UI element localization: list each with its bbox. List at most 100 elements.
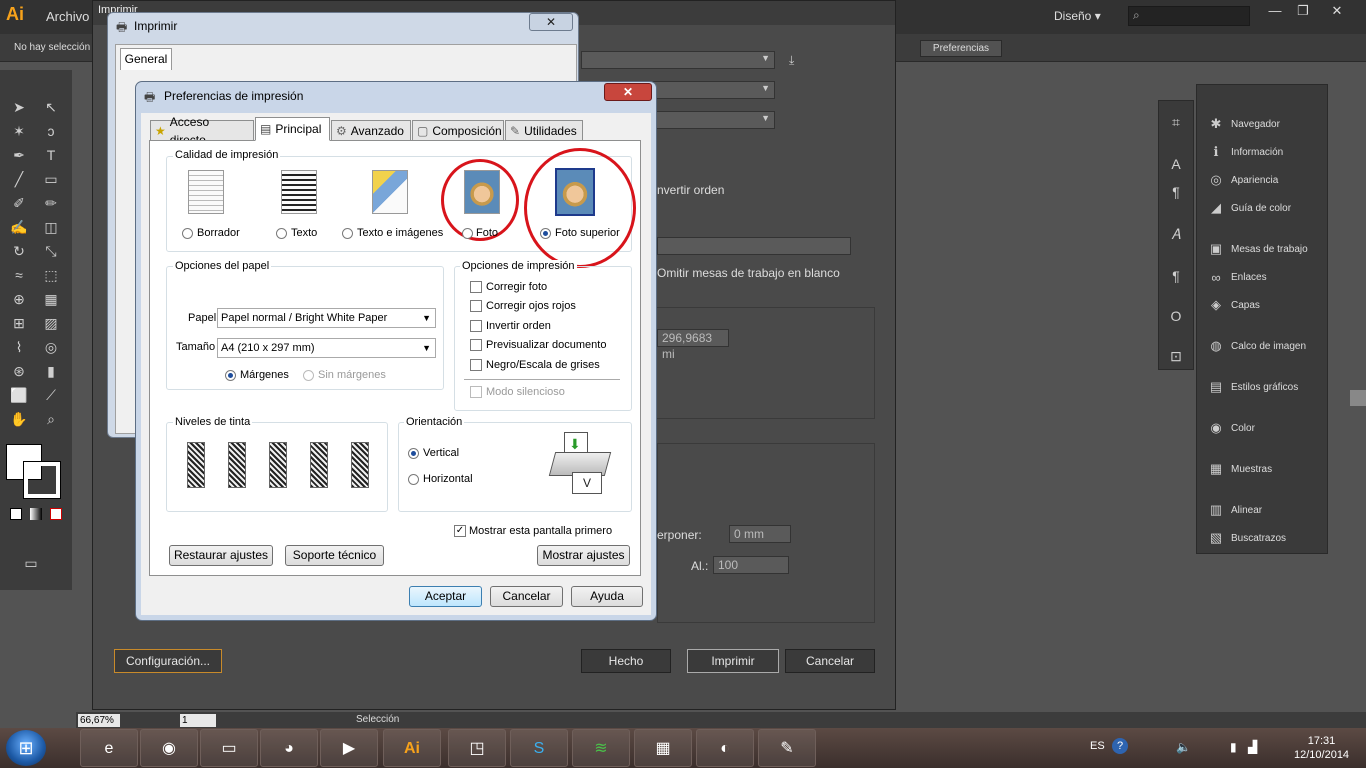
graph-tool-icon[interactable]: ▮	[40, 360, 62, 382]
paper-size-select[interactable]: A4 (210 x 297 mm) ▼	[217, 338, 436, 358]
restore-settings-button[interactable]: Restaurar ajustes	[169, 545, 273, 566]
tab-principal[interactable]: ▤ Principal	[255, 117, 330, 141]
zoom-tool-icon[interactable]: ⌕	[40, 408, 62, 430]
panel-color[interactable]: ◉ Color	[1207, 415, 1327, 441]
symbol-sprayer-icon[interactable]: ⊛	[8, 360, 30, 382]
tab-composicion[interactable]: ▢ Composición	[412, 120, 504, 140]
hand-tool-icon[interactable]: ✋	[8, 408, 30, 430]
explorer-icon[interactable]: ▭	[200, 729, 258, 767]
perspective-grid-icon[interactable]: ▦	[40, 288, 62, 310]
skype-icon[interactable]: S	[510, 729, 568, 767]
tab-acceso-directo[interactable]: ★Acceso directo	[150, 115, 254, 147]
start-button[interactable]: ⊞	[6, 730, 46, 766]
negro-grises-checkbox[interactable]	[470, 359, 482, 371]
panel-guia-color[interactable]: ◢ Guía de color	[1207, 195, 1327, 221]
search-input[interactable]: ⌕	[1128, 6, 1250, 26]
done-button[interactable]: Hecho	[581, 649, 671, 673]
artboards-icon[interactable]: ⌗	[1165, 111, 1187, 133]
stroke-swatch[interactable]	[23, 461, 61, 499]
color-mode-icon[interactable]	[10, 508, 22, 520]
help-icon[interactable]: ?	[1112, 738, 1128, 754]
quality-borrador-radio[interactable]	[182, 228, 193, 239]
gradient-tool-icon[interactable]: ▨	[40, 312, 62, 334]
tab-general[interactable]: General	[120, 48, 172, 70]
paint-icon[interactable]: ✎	[758, 729, 816, 767]
blend-tool-icon[interactable]: ◎	[40, 336, 62, 358]
control-icon[interactable]: ▦	[634, 729, 692, 767]
invertir-orden-checkbox[interactable]	[470, 320, 482, 332]
width-field[interactable]: 296,9683 mi	[657, 329, 729, 361]
close-button[interactable]: ✕	[1322, 2, 1352, 20]
tab-utilidades[interactable]: ✎ Utilidades	[505, 120, 583, 140]
brush-tool-icon[interactable]: ✐	[8, 192, 30, 214]
eraser-tool-icon[interactable]: ◫	[40, 216, 62, 238]
download-icon[interactable]: ⤓	[789, 53, 794, 68]
none-mode-icon[interactable]	[50, 508, 62, 520]
slice-tool-icon[interactable]: ⟋	[40, 384, 62, 406]
panel-alinear[interactable]: ▥ Alinear	[1207, 497, 1327, 523]
transform-icon[interactable]: ⊡	[1165, 345, 1187, 367]
horizontal-radio[interactable]	[408, 474, 419, 485]
quality-foto-radio[interactable]	[462, 228, 473, 239]
previsualizar-checkbox[interactable]	[470, 339, 482, 351]
artboard-tool-icon[interactable]: ⬜	[8, 384, 30, 406]
scrollbar-thumb[interactable]	[1350, 390, 1366, 406]
line-tool-icon[interactable]: ╱	[8, 168, 30, 190]
setup-button[interactable]: Configuración...	[114, 649, 222, 673]
ojos-rojos-checkbox[interactable]	[470, 300, 482, 312]
corregir-foto-checkbox[interactable]	[470, 281, 482, 293]
pen-tool-icon[interactable]: ✒	[8, 144, 30, 166]
preferences-button[interactable]: Preferencias	[920, 40, 1002, 57]
quality-texto-radio[interactable]	[276, 228, 287, 239]
battery-icon[interactable]: ▮	[1230, 740, 1237, 754]
language-indicator[interactable]: ES	[1090, 740, 1105, 752]
print-button[interactable]: Imprimir	[687, 649, 779, 673]
eyedropper-icon[interactable]: ⌇	[8, 336, 30, 358]
scale-tool-icon[interactable]: ⤡	[40, 240, 62, 262]
panel-estilos-graficos[interactable]: ▤ Estilos gráficos	[1207, 374, 1327, 400]
panel-enlaces[interactable]: ∞ Enlaces	[1207, 264, 1327, 290]
magic-wand-icon[interactable]: ✶	[8, 120, 30, 142]
cancel-button[interactable]: Cancelar	[785, 649, 875, 673]
lasso-icon[interactable]: ↄ	[40, 120, 62, 142]
page-number-field[interactable]: 1	[180, 714, 216, 727]
paper-type-select[interactable]: Papel normal / Bright White Paper ▼	[217, 308, 436, 328]
gradient-mode-icon[interactable]	[30, 508, 42, 520]
pencil-tool-icon[interactable]: ✏	[40, 192, 62, 214]
overlap-field[interactable]: 0 mm	[729, 525, 791, 543]
quality-foto-superior-radio[interactable]	[540, 228, 551, 239]
panel-capas[interactable]: ◈ Capas	[1207, 292, 1327, 318]
vertical-radio[interactable]	[408, 448, 419, 459]
glyphs-icon[interactable]: 𝐴	[1165, 223, 1187, 245]
tab-avanzado[interactable]: ⚙ Avanzado	[331, 120, 411, 140]
app-icon[interactable]: ◳	[448, 729, 506, 767]
zoom-field[interactable]: 66,67%	[78, 714, 120, 727]
warp-tool-icon[interactable]: ≈	[8, 264, 30, 286]
panel-navegador[interactable]: ✱ Navegador	[1207, 111, 1327, 137]
rectangle-tool-icon[interactable]: ▭	[40, 168, 62, 190]
app2-icon[interactable]: ◐	[696, 729, 754, 767]
range-field[interactable]	[657, 237, 851, 255]
paragraph-icon[interactable]: ¶	[1165, 181, 1187, 203]
cancel-button[interactable]: Cancelar	[490, 586, 563, 607]
network-icon[interactable]: ▟	[1248, 740, 1257, 754]
character-icon[interactable]: A	[1165, 153, 1187, 175]
help-button[interactable]: Ayuda	[571, 586, 643, 607]
print-preferences-close-button[interactable]: ✕	[604, 83, 652, 101]
panel-muestras[interactable]: ▦ Muestras	[1207, 456, 1327, 482]
clock[interactable]: 17:31 12/10/2014	[1294, 734, 1349, 762]
selection-tool-icon[interactable]: ➤	[8, 96, 30, 118]
show-first-checkbox[interactable]: ✓	[454, 525, 466, 537]
direct-selection-tool-icon[interactable]: ↖	[40, 96, 62, 118]
panel-mesas-trabajo[interactable]: ▣ Mesas de trabajo	[1207, 236, 1327, 262]
mesh-tool-icon[interactable]: ⊞	[8, 312, 30, 334]
quality-texto-imagenes-radio[interactable]	[342, 228, 353, 239]
windows-print-close-button[interactable]: ✕	[529, 13, 573, 31]
minimize-button[interactable]: —	[1260, 2, 1290, 20]
firefox-icon[interactable]: ◕	[260, 729, 318, 767]
tech-support-button[interactable]: Soporte técnico	[285, 545, 384, 566]
spotify-icon[interactable]: ≋	[572, 729, 630, 767]
printer-select[interactable]: ▼	[581, 51, 775, 69]
media-icon[interactable]: ▶	[320, 729, 378, 767]
workspace-switcher[interactable]: Diseño ▾	[1054, 9, 1101, 23]
